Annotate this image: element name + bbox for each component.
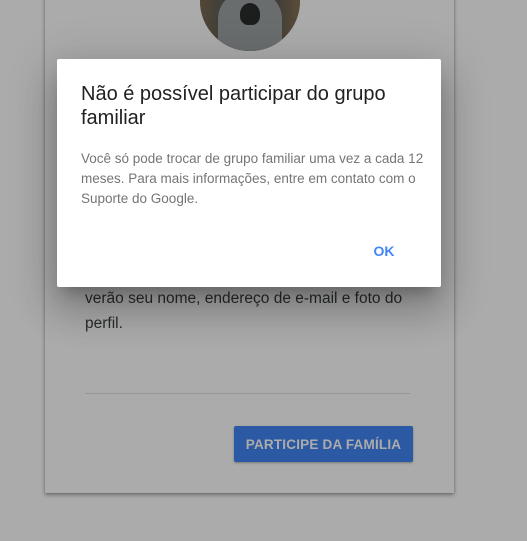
dialog-message: Você só pode trocar de grupo familiar um… (81, 151, 424, 206)
ok-button[interactable]: OK (363, 237, 405, 265)
dialog-title: Não é possível participar do grupo famil… (81, 83, 386, 129)
cannot-join-dialog: Não é possível participar do grupo famil… (57, 59, 441, 287)
